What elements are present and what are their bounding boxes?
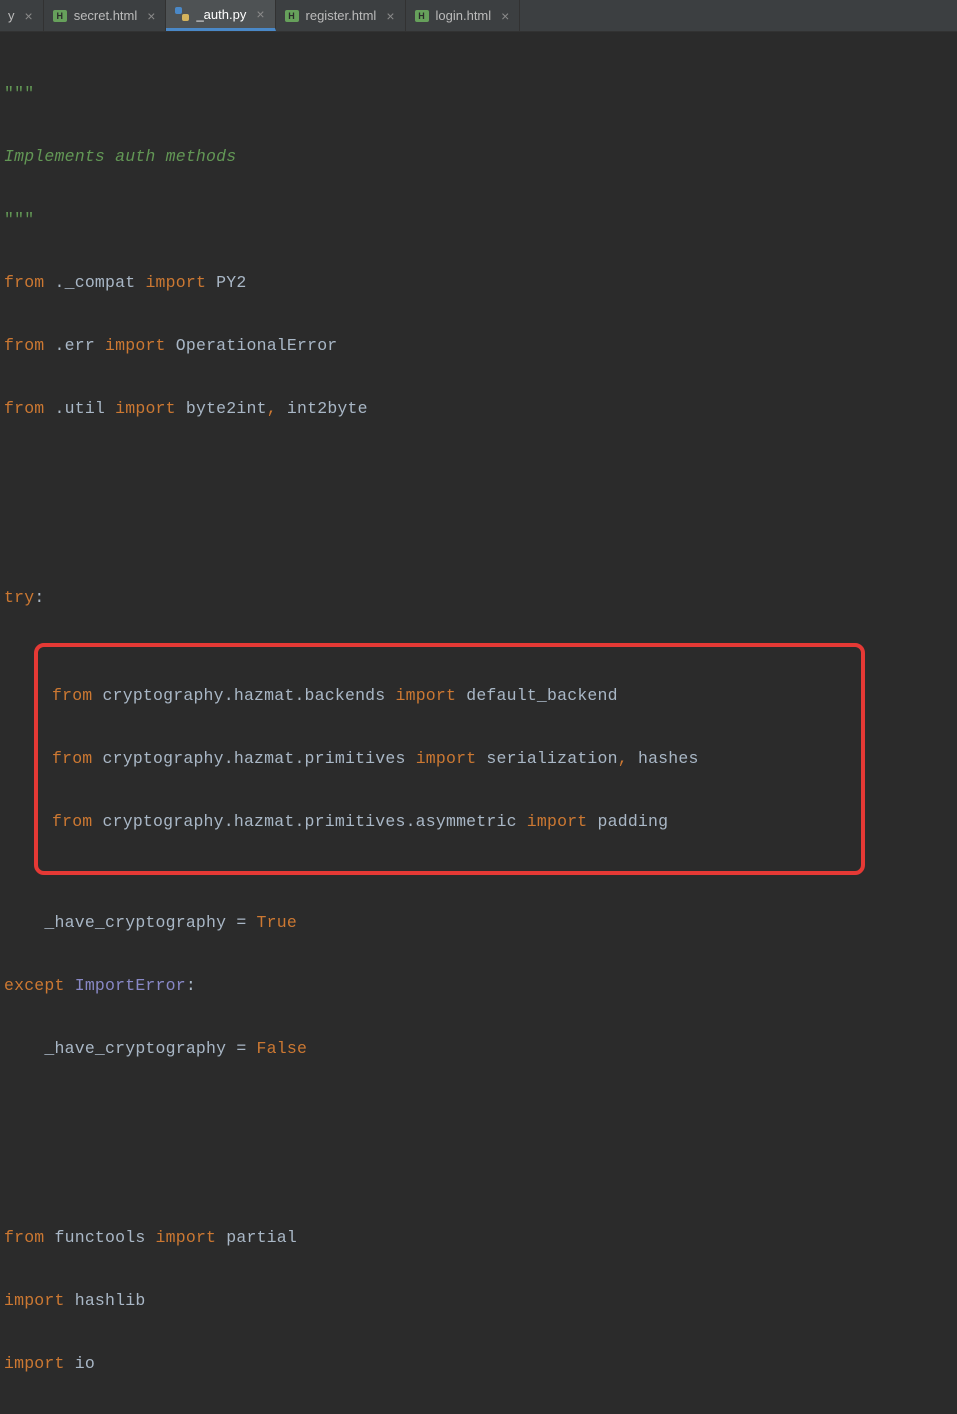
code-line: from cryptography.hazmat.primitives impo… [38, 743, 861, 775]
code-line: from functools import partial [0, 1222, 957, 1254]
code-line: """ [0, 78, 957, 110]
close-icon[interactable]: × [25, 9, 33, 23]
close-icon[interactable]: × [386, 9, 394, 23]
code-line [0, 1159, 957, 1191]
code-line: try: [0, 582, 957, 614]
close-icon[interactable]: × [147, 9, 155, 23]
code-line [0, 519, 957, 551]
highlight-annotation: from cryptography.hazmat.backends import… [34, 643, 865, 876]
code-line: _have_cryptography = True [0, 907, 957, 939]
code-line [0, 1096, 957, 1128]
code-line: from cryptography.hazmat.primitives.asym… [38, 806, 861, 838]
tab-partial-py[interactable]: y × [0, 0, 44, 31]
tab-label: register.html [306, 8, 377, 23]
code-line: import struct [0, 1411, 957, 1414]
code-line: import io [0, 1348, 957, 1380]
html-file-icon [284, 8, 300, 24]
code-line: _have_cryptography = False [0, 1033, 957, 1065]
tab-bar: y × secret.html × _auth.py × register.ht… [0, 0, 957, 32]
code-line: Implements auth methods [0, 141, 957, 173]
tab-login-html[interactable]: login.html × [406, 0, 521, 31]
tab-label: secret.html [74, 8, 138, 23]
close-icon[interactable]: × [501, 9, 509, 23]
close-icon[interactable]: × [256, 7, 264, 21]
python-file-icon [174, 6, 190, 22]
tab-label: y [8, 8, 15, 23]
code-line: """ [0, 204, 957, 236]
tab-label: login.html [436, 8, 492, 23]
code-line: from ._compat import PY2 [0, 267, 957, 299]
code-editor[interactable]: """ Implements auth methods """ from ._c… [0, 32, 957, 1414]
html-file-icon [52, 8, 68, 24]
code-line: except ImportError: [0, 970, 957, 1002]
tab-secret-html[interactable]: secret.html × [44, 0, 167, 31]
html-file-icon [414, 8, 430, 24]
tab-register-html[interactable]: register.html × [276, 0, 406, 31]
code-line: import hashlib [0, 1285, 957, 1317]
tab-auth-py[interactable]: _auth.py × [166, 0, 275, 31]
code-line: from .err import OperationalError [0, 330, 957, 362]
code-line: from .util import byte2int, int2byte [0, 393, 957, 425]
tab-label: _auth.py [196, 7, 246, 22]
code-line [0, 456, 957, 488]
